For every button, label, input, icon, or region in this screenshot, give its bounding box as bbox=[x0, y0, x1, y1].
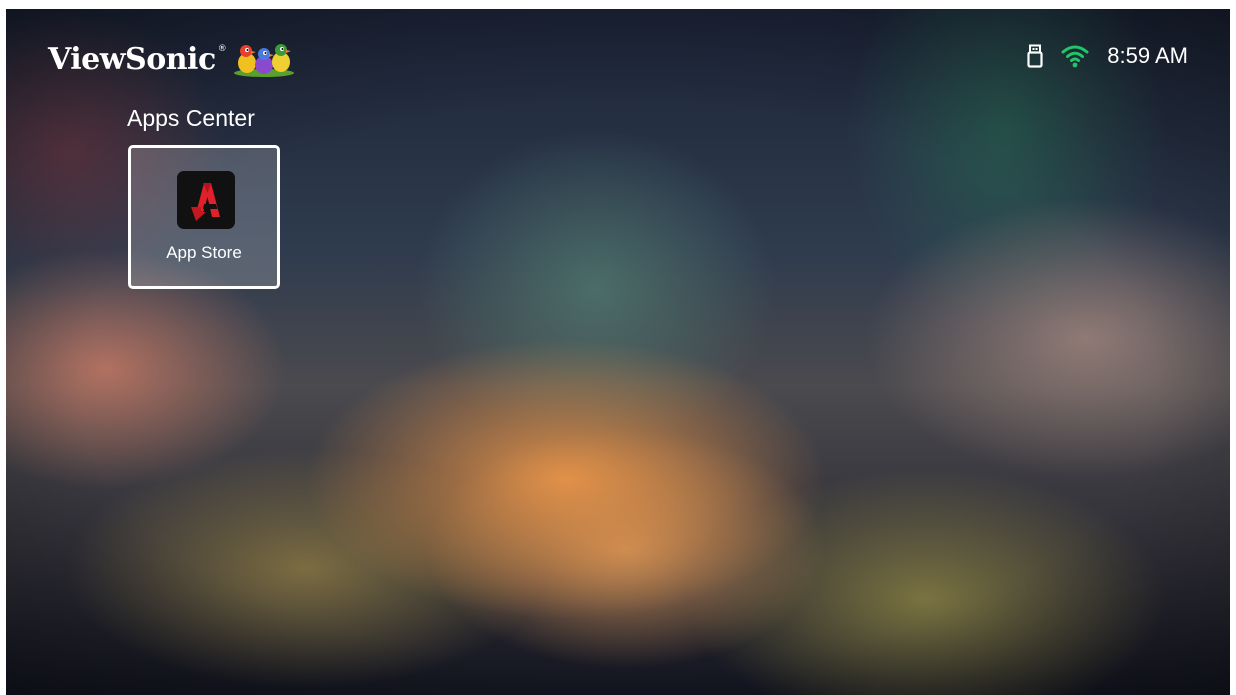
birds-logo-icon bbox=[233, 44, 294, 77]
registered-mark: ® bbox=[217, 44, 227, 54]
status-bar: 8:59 AM bbox=[1027, 43, 1188, 69]
brand-header: ViewSonic ® bbox=[48, 39, 295, 79]
section-title: Apps Center bbox=[127, 105, 255, 131]
usb-drive-icon bbox=[1027, 44, 1043, 68]
clock: 8:59 AM bbox=[1107, 43, 1188, 68]
app-tile-app-store[interactable]: App Store bbox=[128, 145, 280, 289]
app-store-icon bbox=[177, 171, 235, 229]
wifi-icon bbox=[1061, 45, 1089, 68]
home-screen: ViewSonic ® 8:59 AM Apps Center App Stor… bbox=[6, 9, 1230, 695]
brand-name: ViewSonic bbox=[48, 41, 216, 77]
app-label: App Store bbox=[166, 243, 242, 262]
